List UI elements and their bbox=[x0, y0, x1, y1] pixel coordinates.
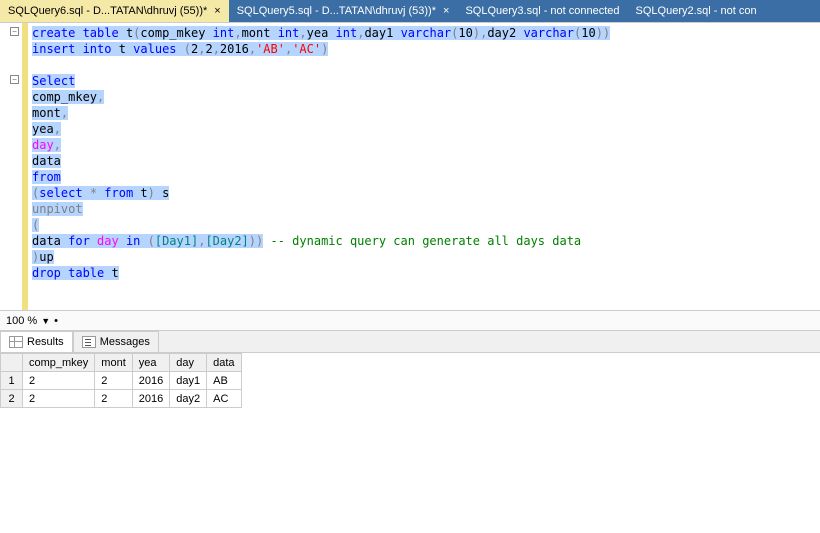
results-grid[interactable]: comp_mkey mont yea day data 1 2 2 2016 d… bbox=[0, 352, 820, 532]
close-icon[interactable]: × bbox=[443, 5, 449, 17]
table-header-row: comp_mkey mont yea day data bbox=[1, 354, 242, 372]
header-yea[interactable]: yea bbox=[132, 354, 169, 372]
cell[interactable]: 2016 bbox=[132, 372, 169, 390]
tab-messages[interactable]: Messages bbox=[73, 331, 159, 352]
fold-icon[interactable]: − bbox=[10, 75, 19, 84]
tab-label: SQLQuery6.sql - D...TATAN\dhruvj (55))* bbox=[8, 5, 207, 17]
tab-label: Messages bbox=[100, 336, 150, 348]
tab-bar: SQLQuery6.sql - D...TATAN\dhruvj (55))* … bbox=[0, 0, 820, 22]
header-mont[interactable]: mont bbox=[95, 354, 132, 372]
fold-icon[interactable]: − bbox=[10, 27, 19, 36]
header-data[interactable]: data bbox=[207, 354, 241, 372]
zoom-level[interactable]: 100 % bbox=[6, 315, 37, 327]
zoom-bar: 100 % ▼ • bbox=[0, 310, 820, 330]
tab-label: SQLQuery2.sql - not con bbox=[636, 5, 757, 17]
table-row[interactable]: 1 2 2 2016 day1 AB bbox=[1, 372, 242, 390]
cell[interactable]: 2 bbox=[23, 372, 95, 390]
code-area[interactable]: create table t(comp_mkey int,mont int,ye… bbox=[28, 23, 820, 310]
chevron-down-icon[interactable]: ▼ bbox=[41, 316, 50, 326]
grid-icon bbox=[9, 336, 23, 348]
cell-rownum: 1 bbox=[1, 372, 23, 390]
tab-results[interactable]: Results bbox=[0, 331, 73, 352]
messages-icon bbox=[82, 336, 96, 348]
tab-query2[interactable]: SQLQuery2.sql - not con bbox=[628, 0, 765, 22]
tab-query3[interactable]: SQLQuery3.sql - not connected bbox=[457, 0, 627, 22]
tab-label: Results bbox=[27, 336, 64, 348]
cell-rownum: 2 bbox=[1, 390, 23, 408]
gutter: − − bbox=[0, 23, 28, 310]
cell[interactable]: 2 bbox=[95, 390, 132, 408]
cell[interactable]: AB bbox=[207, 372, 241, 390]
cell[interactable]: day1 bbox=[170, 372, 207, 390]
cell[interactable]: AC bbox=[207, 390, 241, 408]
table-row[interactable]: 2 2 2 2016 day2 AC bbox=[1, 390, 242, 408]
tab-label: SQLQuery5.sql - D...TATAN\dhruvj (53))* bbox=[237, 5, 436, 17]
tab-query5[interactable]: SQLQuery5.sql - D...TATAN\dhruvj (53))* … bbox=[229, 0, 458, 22]
cell[interactable]: day2 bbox=[170, 390, 207, 408]
tab-query6[interactable]: SQLQuery6.sql - D...TATAN\dhruvj (55))* … bbox=[0, 0, 229, 22]
cell[interactable]: 2 bbox=[95, 372, 132, 390]
editor: − − create table t(comp_mkey int,mont in… bbox=[0, 22, 820, 310]
cell[interactable]: 2016 bbox=[132, 390, 169, 408]
header-rownum[interactable] bbox=[1, 354, 23, 372]
zoom-grip[interactable]: • bbox=[54, 315, 58, 327]
cell[interactable]: 2 bbox=[23, 390, 95, 408]
tab-label: SQLQuery3.sql - not connected bbox=[465, 5, 619, 17]
result-tabs: Results Messages bbox=[0, 330, 820, 352]
close-icon[interactable]: × bbox=[214, 5, 220, 17]
change-marker bbox=[22, 23, 28, 310]
header-comp-mkey[interactable]: comp_mkey bbox=[23, 354, 95, 372]
results-table: comp_mkey mont yea day data 1 2 2 2016 d… bbox=[0, 353, 242, 408]
header-day[interactable]: day bbox=[170, 354, 207, 372]
